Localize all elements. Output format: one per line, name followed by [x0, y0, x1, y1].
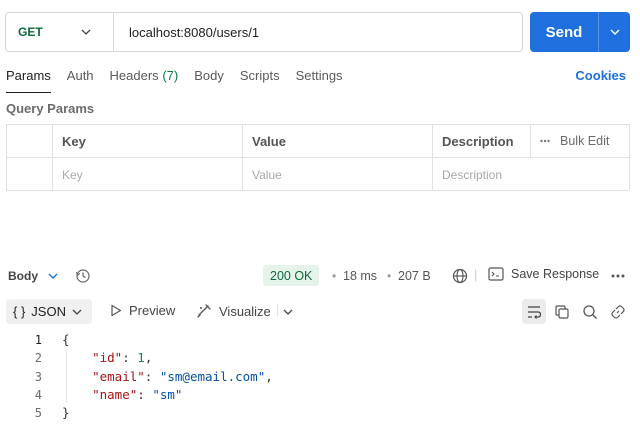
bulk-edit-button[interactable]: Bulk Edit	[530, 125, 630, 157]
visualize-label: Visualize	[219, 303, 271, 319]
params-table: Key Value Description Bulk Edit Key Valu…	[6, 124, 630, 191]
chevron-down-icon	[610, 29, 619, 35]
send-button-group: Send	[530, 12, 630, 52]
response-time: 18 ms	[343, 269, 378, 283]
braces-icon: { }	[13, 304, 26, 319]
code-text: {	[62, 332, 70, 347]
divider: |	[474, 267, 478, 282]
tab-auth[interactable]: Auth	[67, 68, 94, 86]
json-comma: ,	[144, 350, 153, 366]
tab-body[interactable]: Body	[194, 68, 224, 86]
json-value: "sm@email.com"	[159, 368, 266, 384]
key-input[interactable]: Key	[52, 158, 242, 191]
chevron-down-icon	[72, 309, 82, 315]
json-key: "id"	[92, 350, 123, 366]
tab-scripts[interactable]: Scripts	[240, 68, 280, 86]
divider: |	[276, 302, 280, 317]
tab-params[interactable]: Params	[6, 68, 51, 93]
cookies-link[interactable]: Cookies	[575, 68, 626, 83]
play-icon	[111, 304, 122, 317]
code-text: "email": "sm@email.com",	[92, 368, 273, 384]
history-icon[interactable]	[75, 268, 91, 284]
format-select[interactable]: { } JSON	[6, 299, 92, 324]
save-response-label: Save Response	[511, 267, 600, 281]
save-icon	[488, 267, 504, 281]
params-input-row: Key Value Description	[7, 158, 629, 191]
line-number: 2	[34, 351, 42, 366]
response-body-label: Body	[8, 269, 38, 283]
json-key: "name"	[92, 386, 138, 402]
url-bar: GET localhost:8080/users/1	[5, 12, 523, 52]
search-icon[interactable]	[582, 304, 598, 320]
send-options-button[interactable]	[598, 12, 630, 52]
visualize-icon	[197, 304, 211, 318]
chevron-down-icon[interactable]	[283, 309, 293, 315]
separator-dot: •	[332, 269, 337, 283]
key-column-header: Key	[52, 125, 242, 157]
description-column-header: Description	[432, 125, 530, 157]
status-badge: 200 OK	[263, 265, 320, 286]
response-bar: Body 200 OK • 18 ms • 207 B | Save Respo…	[0, 262, 640, 290]
code-text: }	[62, 405, 70, 421]
url-input[interactable]: localhost:8080/users/1	[114, 25, 259, 40]
code-line: 4 "name": "sm"	[0, 386, 640, 404]
code-line: 3 "email": "sm@email.com",	[0, 368, 640, 386]
row-checkbox-cell	[7, 158, 52, 191]
send-button[interactable]: Send	[530, 12, 598, 52]
link-icon[interactable]	[610, 304, 626, 320]
code-line: 5 }	[0, 404, 640, 422]
globe-icon[interactable]	[452, 268, 468, 284]
checkbox-column-header	[7, 125, 52, 157]
response-body-code[interactable]: 1 { 2 "id": 1, 3 "email": "sm@email.com"…	[0, 331, 640, 422]
visualize-button[interactable]: Visualize	[196, 303, 271, 319]
line-number: 5	[34, 406, 42, 421]
value-input[interactable]: Value	[242, 158, 432, 191]
json-comma: ,	[265, 368, 273, 384]
query-params-title: Query Params	[6, 101, 95, 116]
preview-label: Preview	[129, 303, 176, 318]
chevron-down-icon[interactable]	[48, 273, 58, 279]
request-tabs: Params Auth Headers (7) Body Scripts Set…	[6, 68, 359, 93]
wrap-lines-icon	[528, 305, 542, 319]
chevron-down-icon	[81, 29, 91, 35]
code-text: "id": 1,	[92, 350, 153, 366]
bulk-edit-label: Bulk Edit	[560, 134, 610, 148]
method-label: GET	[18, 25, 43, 39]
json-value: 1	[137, 350, 145, 366]
line-number: 3	[34, 369, 42, 384]
json-value: "sm"	[152, 386, 183, 402]
code-text: "name": "sm"	[92, 386, 183, 402]
copy-icon[interactable]	[554, 304, 570, 320]
method-select[interactable]: GET	[6, 13, 114, 51]
tab-headers-count: (7)	[162, 68, 179, 83]
line-number: 1	[34, 333, 42, 347]
preview-button[interactable]: Preview	[110, 303, 175, 318]
line-number: 4	[34, 387, 42, 402]
tab-headers-label: Headers	[109, 68, 159, 83]
value-column-header: Value	[242, 125, 432, 157]
more-horizontal-icon	[540, 139, 550, 143]
more-horizontal-icon[interactable]	[611, 274, 625, 278]
json-key: "email"	[92, 368, 145, 384]
format-label: JSON	[31, 304, 66, 319]
tab-settings[interactable]: Settings	[296, 68, 343, 86]
response-body-select[interactable]: Body	[8, 269, 38, 283]
params-header-row: Key Value Description Bulk Edit	[7, 125, 629, 158]
save-response-button[interactable]: Save Response	[488, 267, 599, 281]
response-size: 207 B	[398, 269, 431, 283]
description-input[interactable]: Description	[432, 158, 633, 191]
wrap-lines-button[interactable]	[522, 299, 546, 324]
separator-dot: •	[387, 269, 392, 283]
tab-headers[interactable]: Headers (7)	[110, 68, 179, 86]
code-line: 1 {	[0, 331, 640, 349]
response-toolbar: { } JSON Preview Visualize |	[0, 299, 640, 325]
code-line: 2 "id": 1,	[0, 349, 640, 367]
